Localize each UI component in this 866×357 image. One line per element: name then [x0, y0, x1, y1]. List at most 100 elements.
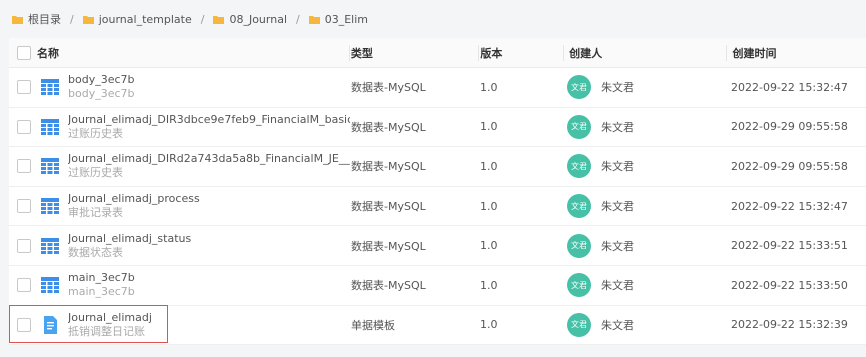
row-select-cell [9, 80, 31, 95]
name-cell: Journal_elimadj 抵销调整日记账 [31, 311, 350, 339]
file-table: 名称 类型 版本 创建人 创建时间 body_3ec7b body_3ec7b … [9, 38, 866, 346]
avatar: 文君 [567, 273, 591, 298]
type-cell: 数据表-MySQL [351, 160, 426, 174]
breadcrumb-item-08-journal[interactable]: 08_Journal [213, 13, 287, 26]
creator-cell: 文君 朱文君 [563, 154, 725, 179]
item-name[interactable]: Journal_elimadj [68, 311, 152, 325]
column-header-version[interactable]: 版本 [479, 45, 563, 61]
created-time-cell: 2022-09-22 15:32:47 [731, 199, 848, 213]
version-cell: 1.0 [480, 159, 498, 173]
select-all-checkbox[interactable] [17, 45, 31, 60]
table-icon [41, 198, 59, 215]
row-select-cell [9, 159, 31, 174]
row-checkbox[interactable] [17, 317, 31, 332]
folder-icon [213, 15, 225, 24]
name-cell: Journal_elimadj_status 数据状态表 [31, 232, 350, 260]
column-header-type[interactable]: 类型 [350, 45, 479, 61]
item-name[interactable]: body_3ec7b [68, 73, 135, 87]
table-row[interactable]: Journal_elimadj 抵销调整日记账 单据模板 1.0 文君 朱文君 … [9, 304, 866, 346]
row-checkbox[interactable] [17, 199, 31, 214]
item-description: 过账历史表 [68, 166, 123, 180]
row-select-cell [9, 317, 31, 332]
table-row[interactable]: body_3ec7b body_3ec7b 数据表-MySQL 1.0 文君 朱… [9, 68, 866, 108]
breadcrumb-item-root[interactable]: 根目录 [12, 11, 61, 27]
item-name[interactable]: Journal_elimadj_DIRd2a743da5a8b_Financia… [68, 152, 350, 166]
item-name[interactable]: Journal_elimadj_process [68, 192, 200, 206]
version-cell: 1.0 [480, 120, 498, 134]
breadcrumb-label: journal_template [98, 12, 192, 26]
creator-cell: 文君 朱文君 [563, 273, 725, 298]
item-description: 数据状态表 [68, 245, 123, 259]
row-checkbox[interactable] [17, 80, 31, 95]
version-cell: 1.0 [480, 80, 498, 94]
creator-name: 朱文君 [601, 120, 634, 134]
name-cell: Journal_elimadj_DIR3dbce9e7feb9_Financia… [31, 113, 350, 141]
column-header-created-time[interactable]: 创建时间 [727, 45, 866, 61]
creator-name: 朱文君 [601, 200, 634, 214]
type-cell: 数据表-MySQL [351, 120, 426, 134]
breadcrumb-label: 根目录 [28, 13, 61, 26]
breadcrumb-item-journal-template[interactable]: journal_template [82, 12, 192, 26]
avatar: 文君 [567, 154, 591, 179]
table-icon [41, 79, 59, 96]
column-header-name[interactable]: 名称 [31, 45, 349, 61]
creator-cell: 文君 朱文君 [563, 233, 725, 258]
item-description: 抵销调整日记账 [68, 324, 145, 338]
type-cell: 数据表-MySQL [351, 279, 426, 293]
name-cell: Journal_elimadj_process 审批记录表 [31, 192, 350, 220]
created-time-cell: 2022-09-22 15:33:50 [731, 278, 848, 292]
creator-name: 朱文君 [601, 160, 634, 174]
avatar: 文君 [567, 312, 591, 337]
avatar: 文君 [567, 75, 591, 100]
breadcrumb: 根目录 / journal_template / 08_Journal / 03… [0, 0, 866, 38]
table-icon [41, 277, 59, 294]
item-name[interactable]: Journal_elimadj_status [68, 232, 191, 246]
created-time-cell: 2022-09-29 09:55:58 [731, 120, 848, 134]
type-cell: 数据表-MySQL [351, 239, 426, 253]
row-checkbox[interactable] [17, 159, 31, 174]
table-body: body_3ec7b body_3ec7b 数据表-MySQL 1.0 文君 朱… [9, 68, 866, 346]
avatar: 文君 [567, 233, 591, 258]
table-row[interactable]: Journal_elimadj_DIRd2a743da5a8b_Financia… [9, 147, 866, 187]
row-select-cell [9, 278, 31, 293]
name-cell: body_3ec7b body_3ec7b [31, 73, 350, 101]
row-select-cell [9, 238, 31, 253]
column-header-creator[interactable]: 创建人 [564, 45, 725, 61]
item-description: main_3ec7b [68, 285, 135, 299]
row-select-cell [9, 199, 31, 214]
version-cell: 1.0 [480, 318, 498, 332]
row-checkbox[interactable] [17, 278, 31, 293]
avatar: 文君 [567, 194, 591, 219]
table-row[interactable]: Journal_elimadj_DIR3dbce9e7feb9_Financia… [9, 108, 866, 148]
type-cell: 单据模板 [351, 318, 395, 332]
row-checkbox[interactable] [17, 119, 31, 134]
version-cell: 1.0 [480, 239, 498, 253]
table-row[interactable]: Journal_elimadj_status 数据状态表 数据表-MySQL 1… [9, 226, 866, 266]
creator-name: 朱文君 [601, 279, 634, 293]
item-description: 审批记录表 [68, 206, 123, 220]
item-name[interactable]: main_3ec7b [68, 271, 135, 285]
table-row[interactable]: Journal_elimadj_process 审批记录表 数据表-MySQL … [9, 187, 866, 227]
creator-cell: 文君 朱文君 [563, 312, 725, 337]
table-row[interactable]: main_3ec7b main_3ec7b 数据表-MySQL 1.0 文君 朱… [9, 266, 866, 306]
version-cell: 1.0 [480, 278, 498, 292]
select-all-cell [9, 45, 31, 60]
row-checkbox[interactable] [17, 238, 31, 253]
name-cell: Journal_elimadj_DIRd2a743da5a8b_Financia… [31, 152, 350, 180]
breadcrumb-label: 03_Elim [324, 12, 368, 26]
breadcrumb-separator: / [296, 12, 300, 26]
table-header: 名称 类型 版本 创建人 创建时间 [9, 38, 866, 68]
breadcrumb-separator: / [70, 12, 74, 26]
type-cell: 数据表-MySQL [351, 81, 426, 95]
name-cell: main_3ec7b main_3ec7b [31, 271, 350, 299]
created-time-cell: 2022-09-22 15:33:51 [731, 239, 848, 253]
breadcrumb-item-03-elim[interactable]: 03_Elim [308, 12, 368, 26]
folder-icon [308, 15, 320, 24]
version-cell: 1.0 [480, 199, 498, 213]
creator-name: 朱文君 [601, 318, 634, 332]
table-icon [41, 237, 59, 254]
breadcrumb-separator: / [200, 12, 205, 26]
item-name[interactable]: Journal_elimadj_DIR3dbce9e7feb9_Financia… [68, 113, 350, 127]
table-icon [41, 158, 59, 175]
item-description: body_3ec7b [68, 87, 135, 101]
